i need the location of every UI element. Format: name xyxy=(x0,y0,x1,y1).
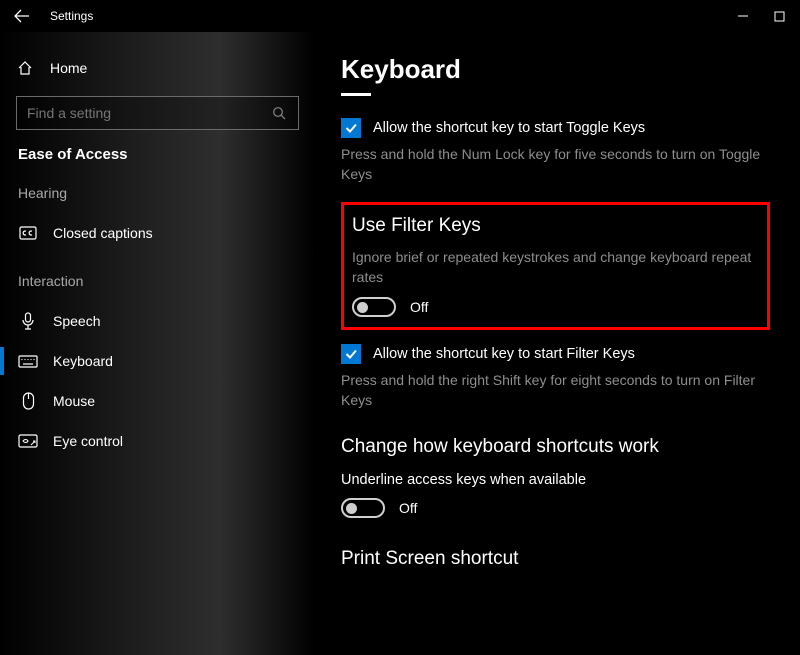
section-title: Ease of Access xyxy=(18,146,299,163)
home-icon xyxy=(16,60,34,76)
back-icon[interactable] xyxy=(12,9,32,23)
titlebar: Settings xyxy=(0,0,800,32)
keyboard-icon xyxy=(18,355,38,368)
printscreen-heading: Print Screen shortcut xyxy=(341,548,770,570)
sidebar-item-eye-control[interactable]: Eye control xyxy=(16,421,299,461)
toggle-keys-shortcut-checkbox[interactable]: Allow the shortcut key to start Toggle K… xyxy=(341,118,770,138)
window-controls xyxy=(736,9,792,23)
nav-label: Closed captions xyxy=(53,225,153,241)
sidebar-item-keyboard[interactable]: Keyboard xyxy=(16,341,299,381)
nav-label: Eye control xyxy=(53,433,123,449)
mouse-icon xyxy=(18,392,38,410)
checkbox-label: Allow the shortcut key to start Toggle K… xyxy=(373,120,645,136)
search-icon xyxy=(272,106,288,121)
filter-keys-shortcut-description: Press and hold the right Shift key for e… xyxy=(341,370,770,410)
home-nav[interactable]: Home xyxy=(16,50,299,86)
content-pane: Keyboard Allow the shortcut key to start… xyxy=(315,32,800,655)
toggle-state: Off xyxy=(410,299,428,315)
page-title: Keyboard xyxy=(341,54,770,85)
search-box[interactable] xyxy=(16,96,299,130)
microphone-icon xyxy=(18,312,38,330)
titlebar-left: Settings xyxy=(12,9,93,23)
toggle-state: Off xyxy=(399,500,417,516)
home-label: Home xyxy=(50,60,87,76)
category-interaction: Interaction xyxy=(18,273,299,289)
window-title: Settings xyxy=(50,9,93,23)
nav-label: Mouse xyxy=(53,393,95,409)
sidebar-item-speech[interactable]: Speech xyxy=(16,301,299,341)
underline-access-keys-label: Underline access keys when available xyxy=(341,472,770,488)
sidebar-item-mouse[interactable]: Mouse xyxy=(16,381,299,421)
toggle-switch-off-icon xyxy=(352,297,396,317)
toggle-switch-off-icon xyxy=(341,498,385,518)
category-hearing: Hearing xyxy=(18,185,299,201)
maximize-button[interactable] xyxy=(772,9,786,23)
sidebar-item-closed-captions[interactable]: Closed captions xyxy=(16,213,299,253)
closed-captions-icon xyxy=(18,226,38,240)
highlight-filter-keys: Use Filter Keys Ignore brief or repeated… xyxy=(341,202,770,330)
toggle-keys-description: Press and hold the Num Lock key for five… xyxy=(341,144,770,184)
filter-keys-description: Ignore brief or repeated keystrokes and … xyxy=(352,247,759,287)
search-input[interactable] xyxy=(27,105,272,121)
minimize-button[interactable] xyxy=(736,9,750,23)
underline-access-keys-toggle[interactable]: Off xyxy=(341,498,770,518)
checkbox-label: Allow the shortcut key to start Filter K… xyxy=(373,346,635,362)
checkbox-checked-icon xyxy=(341,118,361,138)
nav-label: Speech xyxy=(53,313,100,329)
eye-control-icon xyxy=(18,434,38,448)
settings-window: Settings Home xyxy=(0,0,800,655)
filter-keys-shortcut-checkbox[interactable]: Allow the shortcut key to start Filter K… xyxy=(341,344,770,364)
checkbox-checked-icon xyxy=(341,344,361,364)
sidebar: Home Ease of Access Hearing Closed capti… xyxy=(0,32,315,655)
filter-keys-toggle[interactable]: Off xyxy=(352,297,759,317)
shortcuts-heading: Change how keyboard shortcuts work xyxy=(341,436,770,458)
title-underline xyxy=(341,93,371,96)
filter-keys-heading: Use Filter Keys xyxy=(352,215,759,237)
nav-label: Keyboard xyxy=(53,353,113,369)
